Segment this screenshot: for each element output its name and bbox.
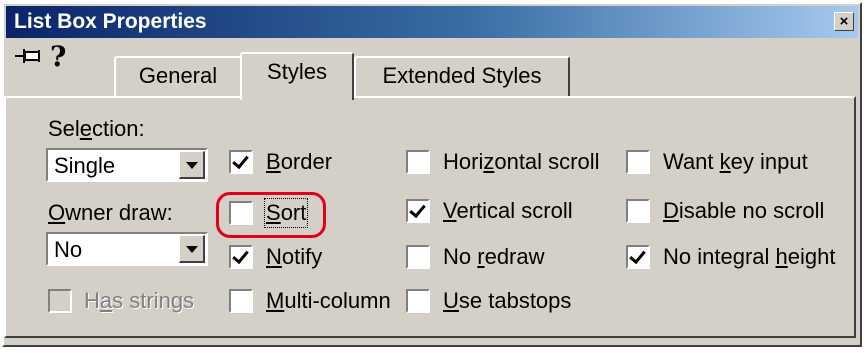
selection-label: Selection: [48, 116, 145, 141]
no-integral-height-label: No integral height [663, 244, 836, 269]
tab-styles[interactable]: Styles [240, 52, 354, 100]
tab-extended-styles-label: Extended Styles [382, 63, 542, 88]
window-title: List Box Properties [14, 10, 207, 33]
selection-value: Single [54, 153, 116, 178]
tab-general-label: General [138, 63, 218, 88]
has-strings-checkbox[interactable] [48, 289, 72, 313]
vertical-scroll-label: Vertical scroll [443, 198, 573, 223]
title-bar[interactable]: List Box Properties × [6, 6, 858, 38]
tab-extended-styles[interactable]: Extended Styles [354, 56, 570, 96]
disable-no-scroll-checkbox[interactable] [626, 199, 650, 223]
pushpin-icon[interactable] [14, 45, 44, 67]
horizontal-scroll-label: Horizontal scroll [443, 149, 600, 174]
owner-draw-dropdown-button[interactable] [179, 235, 205, 263]
sort-highlight-annotation [216, 192, 326, 238]
tab-general[interactable]: General [114, 56, 242, 96]
selection-combobox[interactable]: Single [46, 148, 208, 182]
no-redraw-label: No redraw [443, 244, 545, 269]
multi-column-checkbox[interactable] [229, 289, 253, 313]
notify-label: Notify [266, 244, 323, 269]
use-tabstops-checkbox[interactable] [406, 289, 430, 313]
border-label: Border [266, 149, 333, 174]
chevron-down-icon [186, 162, 198, 169]
notify-checkbox[interactable] [229, 245, 253, 269]
tab-styles-label: Styles [267, 59, 327, 84]
border-checkbox[interactable] [229, 150, 253, 174]
use-tabstops-label: Use tabstops [443, 288, 572, 313]
close-button[interactable]: × [834, 12, 854, 31]
chevron-down-icon [186, 246, 198, 253]
has-strings-label: Has strings [84, 288, 195, 313]
help-icon[interactable]: ? [50, 43, 66, 71]
want-key-input-label: Want key input [663, 149, 808, 174]
owner-draw-value: No [54, 237, 83, 262]
disable-no-scroll-label: Disable no scroll [663, 198, 825, 223]
no-integral-height-checkbox[interactable] [626, 245, 650, 269]
close-icon: × [839, 13, 849, 30]
selection-dropdown-button[interactable] [179, 151, 205, 179]
owner-draw-combobox[interactable]: No [46, 232, 208, 266]
multi-column-label: Multi-column [266, 288, 391, 313]
horizontal-scroll-checkbox[interactable] [406, 150, 430, 174]
no-redraw-checkbox[interactable] [406, 245, 430, 269]
want-key-input-checkbox[interactable] [626, 150, 650, 174]
owner-draw-label: Owner draw: [48, 200, 173, 225]
vertical-scroll-checkbox[interactable] [406, 199, 430, 223]
